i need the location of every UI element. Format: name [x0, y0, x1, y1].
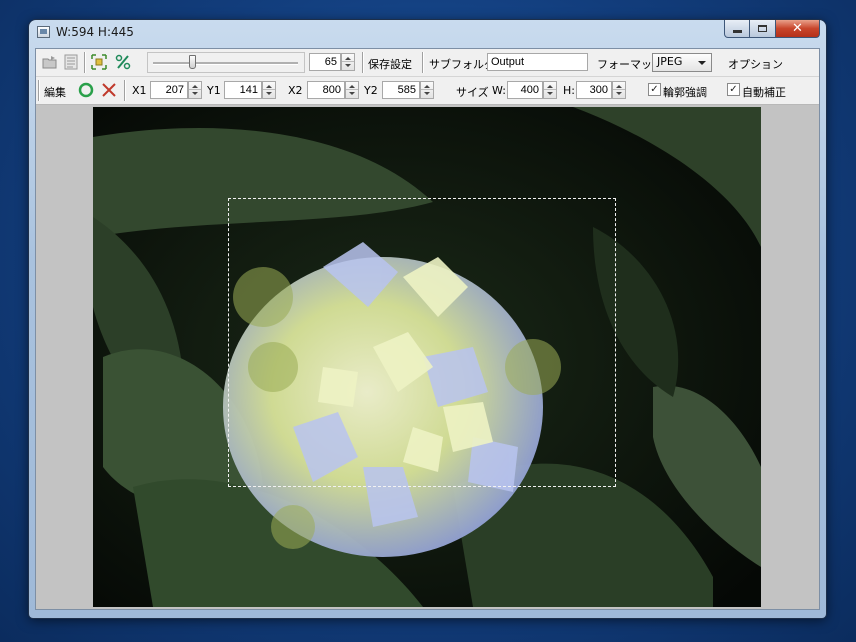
- client-area: 保存設定 サブフォルダ フォーマット JPEG オプション 編集 X1: [35, 48, 820, 610]
- y1-label: Y1: [207, 84, 221, 97]
- main-toolbar: 保存設定 サブフォルダ フォーマット JPEG オプション: [36, 49, 819, 77]
- percent-icon[interactable]: [115, 54, 131, 70]
- edit-toolbar: 編集 X1 Y1 X2 Y2 サイズ W: H:: [36, 77, 819, 105]
- minimize-button[interactable]: [724, 20, 750, 38]
- height-input[interactable]: [576, 81, 612, 99]
- minimize-icon: [732, 30, 742, 33]
- format-selected-value: JPEG: [657, 55, 683, 68]
- x1-label: X1: [132, 84, 147, 97]
- y2-input[interactable]: [382, 81, 420, 99]
- format-select[interactable]: JPEG: [652, 53, 712, 72]
- width-input[interactable]: [507, 81, 543, 99]
- height-spinner[interactable]: [612, 81, 626, 99]
- x1-input[interactable]: [150, 81, 188, 99]
- x2-input[interactable]: [307, 81, 345, 99]
- caption-buttons: ✕: [724, 20, 820, 39]
- width-label: W:: [492, 84, 506, 97]
- maximize-button[interactable]: [750, 20, 776, 38]
- chevron-down-icon: [698, 61, 706, 65]
- fit-icon[interactable]: [91, 54, 107, 70]
- save-settings-button[interactable]: 保存設定: [368, 56, 412, 72]
- subfolder-label: サブフォルダ: [429, 58, 495, 71]
- size-label: サイズ: [456, 86, 489, 99]
- x1-spinner[interactable]: [188, 81, 202, 99]
- app-icon[interactable]: [37, 26, 50, 38]
- x2-spinner[interactable]: [345, 81, 359, 99]
- close-button[interactable]: ✕: [776, 20, 820, 38]
- quality-input[interactable]: [309, 53, 341, 71]
- list-icon[interactable]: [63, 54, 79, 70]
- toolbar-separator: [84, 52, 85, 73]
- auto-correct-label: 自動補正: [742, 86, 786, 99]
- outline-enhance-checkbox[interactable]: ✓: [648, 83, 661, 96]
- x2-label: X2: [288, 84, 303, 97]
- y1-input[interactable]: [224, 81, 262, 99]
- edit-label: 編集: [44, 86, 66, 99]
- title-bar[interactable]: W:594 H:445 ✕: [29, 20, 826, 44]
- close-icon: ✕: [792, 21, 803, 36]
- y2-spinner[interactable]: [420, 81, 434, 99]
- toolbar-separator: [38, 80, 39, 101]
- confirm-circle-icon[interactable]: [78, 82, 94, 98]
- width-spinner[interactable]: [543, 81, 557, 99]
- toolbar-separator: [362, 52, 363, 73]
- maximize-icon: [758, 25, 767, 32]
- image-canvas[interactable]: [36, 105, 819, 609]
- photo-preview[interactable]: [93, 107, 761, 607]
- auto-correct-checkbox[interactable]: ✓: [727, 83, 740, 96]
- quality-slider-thumb[interactable]: [189, 55, 197, 69]
- window-title: W:594 H:445: [56, 25, 134, 39]
- toolbar-separator: [124, 80, 125, 101]
- toolbar-separator: [422, 52, 423, 73]
- height-label: H:: [563, 84, 575, 97]
- app-window: W:594 H:445 ✕ 65 保存設定 サブフォルダ Output フォーマ…: [29, 20, 826, 618]
- open-folder-icon[interactable]: [42, 54, 58, 70]
- crop-selection-rect[interactable]: [228, 198, 616, 487]
- options-button[interactable]: オプション: [728, 56, 783, 72]
- quality-spinner[interactable]: [341, 53, 355, 71]
- cancel-x-icon[interactable]: [101, 82, 117, 98]
- outline-enhance-label: 輪郭強調: [663, 86, 707, 99]
- y2-label: Y2: [364, 84, 378, 97]
- y1-spinner[interactable]: [262, 81, 276, 99]
- quality-slider-track[interactable]: [153, 62, 298, 65]
- subfolder-input[interactable]: [487, 53, 588, 71]
